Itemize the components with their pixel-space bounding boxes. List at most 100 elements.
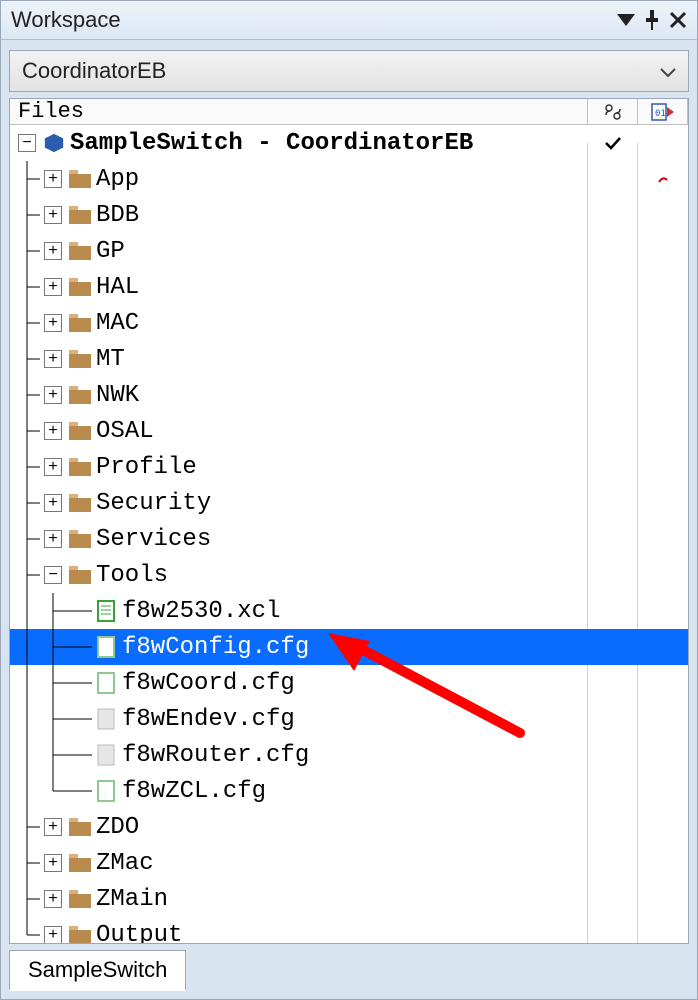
tree-folder-security[interactable]: + Security — [10, 485, 688, 521]
folder-icon — [68, 563, 92, 587]
file-label: f8wRouter.cfg — [122, 742, 309, 769]
tree-folder-app[interactable]: + App — [10, 161, 688, 197]
expander-plus-icon[interactable]: + — [44, 278, 62, 296]
file-icon — [94, 635, 118, 659]
tree-file-f8wrouter[interactable]: f8wRouter.cfg — [10, 737, 688, 773]
expander-plus-icon[interactable]: + — [44, 854, 62, 872]
folder-label: Services — [96, 526, 211, 553]
project-label: SampleSwitch - CoordinatorEB — [70, 130, 473, 157]
folder-label: Profile — [96, 454, 197, 481]
tree-rows: − SampleSwitch - CoordinatorEB + — [10, 125, 688, 944]
folder-icon — [68, 311, 92, 335]
folder-icon — [68, 923, 92, 944]
expander-plus-icon[interactable]: + — [44, 386, 62, 404]
tree-folder-mt[interactable]: + MT — [10, 341, 688, 377]
folder-icon — [68, 167, 92, 191]
status-dot-icon — [638, 161, 688, 197]
folder-label: BDB — [96, 202, 139, 229]
expander-plus-icon[interactable]: + — [44, 314, 62, 332]
folder-icon — [68, 347, 92, 371]
folder-label: App — [96, 166, 139, 193]
tree-file-f8wconfig[interactable]: f8wConfig.cfg — [10, 629, 688, 665]
expander-minus-icon[interactable]: − — [18, 134, 36, 152]
file-label: f8wCoord.cfg — [122, 670, 295, 697]
config-dropdown-value: CoordinatorEB — [22, 58, 166, 84]
hexagon-icon — [42, 131, 66, 155]
folder-label: Security — [96, 490, 211, 517]
tree-folder-zdo[interactable]: + ZDO — [10, 809, 688, 845]
file-label: f8wEndev.cfg — [122, 706, 295, 733]
titlebar-actions — [617, 10, 687, 30]
svg-text:01: 01 — [655, 109, 666, 119]
folder-icon — [68, 455, 92, 479]
folder-icon — [68, 527, 92, 551]
expander-plus-icon[interactable]: + — [44, 242, 62, 260]
checkmark-icon — [588, 125, 638, 161]
panel-title: Workspace — [11, 7, 121, 33]
expander-plus-icon[interactable]: + — [44, 350, 62, 368]
project-tab[interactable]: SampleSwitch — [9, 950, 186, 991]
folder-label: GP — [96, 238, 125, 265]
file-icon — [94, 779, 118, 803]
folder-label: ZDO — [96, 814, 139, 841]
folder-label: MT — [96, 346, 125, 373]
folder-label: Output — [96, 922, 182, 944]
tree-folder-bdb[interactable]: + BDB — [10, 197, 688, 233]
file-tree: Files 01 − SampleSwitch - CoordinatorEB — [9, 98, 689, 944]
titlebar: Workspace — [1, 1, 697, 40]
expander-plus-icon[interactable]: + — [44, 530, 62, 548]
close-icon[interactable] — [669, 11, 687, 29]
folder-icon — [68, 491, 92, 515]
tree-header: Files 01 — [10, 99, 688, 125]
tree-folder-gp[interactable]: + GP — [10, 233, 688, 269]
folder-label: MAC — [96, 310, 139, 337]
expander-plus-icon[interactable]: + — [44, 170, 62, 188]
folder-icon — [68, 275, 92, 299]
config-dropdown[interactable]: CoordinatorEB — [9, 50, 689, 93]
tree-folder-zmac[interactable]: +ZMac — [10, 845, 688, 881]
file-icon — [94, 707, 118, 731]
tree-file-f8wzcl[interactable]: f8wZCL.cfg — [10, 773, 688, 809]
tree-folder-tools[interactable]: − Tools — [10, 557, 688, 593]
tree-folder-output[interactable]: + Output — [10, 917, 688, 944]
expander-plus-icon[interactable]: + — [44, 422, 62, 440]
expander-plus-icon[interactable]: + — [44, 818, 62, 836]
expander-minus-icon[interactable]: − — [44, 566, 62, 584]
expander-plus-icon[interactable]: + — [44, 458, 62, 476]
folder-icon — [68, 851, 92, 875]
tree-folder-mac[interactable]: + MAC — [10, 305, 688, 341]
folder-icon — [68, 383, 92, 407]
expander-plus-icon[interactable]: + — [44, 890, 62, 908]
tree-folder-zmain[interactable]: + ZMain — [10, 881, 688, 917]
column-icon-1[interactable] — [588, 99, 638, 124]
tree-folder-nwk[interactable]: + NWK — [10, 377, 688, 413]
tree-folder-profile[interactable]: + Profile — [10, 449, 688, 485]
folder-icon — [68, 815, 92, 839]
tree-file-f8wendev[interactable]: f8wEndev.cfg — [10, 701, 688, 737]
folder-icon — [68, 419, 92, 443]
folder-icon — [68, 239, 92, 263]
folder-label: Tools — [96, 562, 168, 589]
project-root[interactable]: − SampleSwitch - CoordinatorEB — [10, 125, 688, 161]
folder-label: ZMain — [96, 886, 168, 913]
expander-plus-icon[interactable]: + — [44, 494, 62, 512]
file-icon — [94, 671, 118, 695]
folder-label: NWK — [96, 382, 139, 409]
pin-icon[interactable] — [643, 10, 661, 30]
chevron-down-icon — [660, 58, 676, 84]
column-icon-2[interactable]: 01 — [638, 99, 688, 124]
tree-file-f8w2530[interactable]: f8w2530.xcl — [10, 593, 688, 629]
column-files[interactable]: Files — [10, 99, 588, 124]
tree-folder-hal[interactable]: + HAL — [10, 269, 688, 305]
folder-icon — [68, 203, 92, 227]
tree-folder-osal[interactable]: +OSAL — [10, 413, 688, 449]
expander-plus-icon[interactable]: + — [44, 206, 62, 224]
dropdown-menu-icon[interactable] — [617, 14, 635, 26]
expander-plus-icon[interactable]: + — [44, 926, 62, 944]
folder-icon — [68, 887, 92, 911]
file-label: f8wZCL.cfg — [122, 778, 266, 805]
folder-label: HAL — [96, 274, 139, 301]
tree-folder-services[interactable]: + Services — [10, 521, 688, 557]
tree-file-f8wcoord[interactable]: f8wCoord.cfg — [10, 665, 688, 701]
file-label: f8w2530.xcl — [122, 598, 280, 625]
